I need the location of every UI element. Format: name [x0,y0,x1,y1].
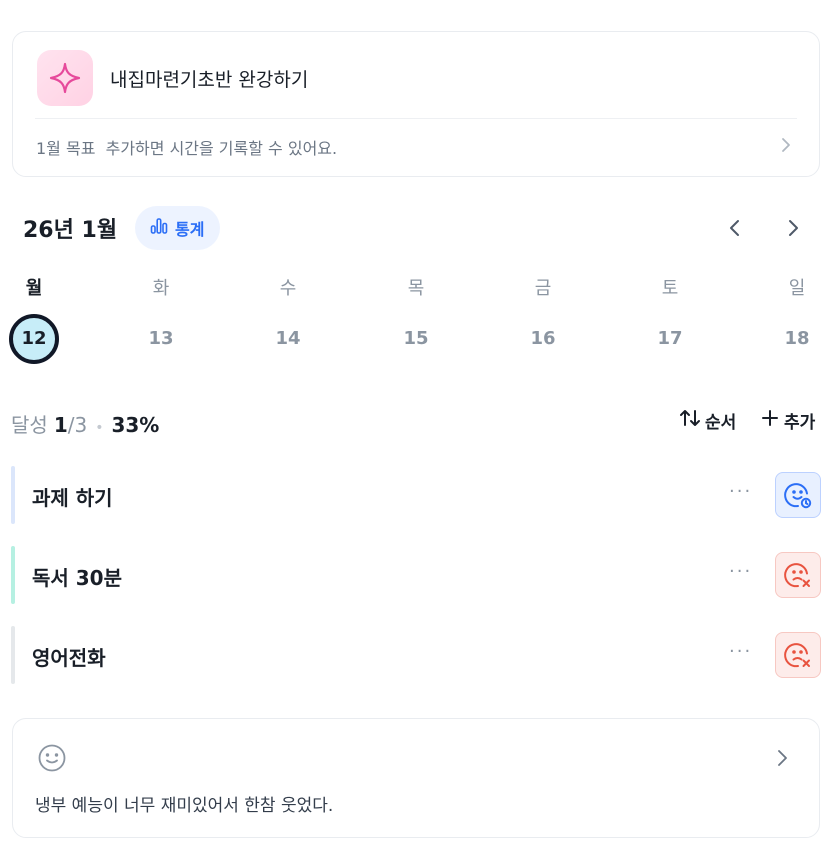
progress-percent: 33% [111,413,160,437]
add-task-label: 추가 [784,413,816,433]
task-label: 과제 하기 [32,486,113,510]
task-row[interactable]: 독서 30분 ··· [11,546,823,604]
sparkle-icon [37,50,93,106]
day-number[interactable]: 14 [263,314,313,364]
goal-title: 내집마련기초반 완강하기 [110,69,309,91]
day-number-selected[interactable]: 12 [9,314,59,364]
goal-hint: 1월 목표 추가하면 시간을 기록할 수 있어요. [36,139,338,158]
more-options-icon[interactable]: ··· [729,641,752,662]
day-name: 금 [534,278,552,299]
smile-face-icon [37,743,67,773]
month-label: 26년 1월 [23,218,118,243]
task-label: 영어전화 [32,646,106,670]
goal-card[interactable]: 내집마련기초반 완강하기 1월 목표 추가하면 시간을 기록할 수 있어요. [12,31,820,177]
progress-total: /3 [67,413,88,437]
task-color-bar [11,546,15,604]
smile-clock-icon[interactable] [775,472,821,518]
day-wed[interactable]: 수 14 [258,270,318,365]
sort-arrows-icon [679,408,701,433]
week-strip: 월 12 화 13 수 14 목 15 금 16 토 17 일 18 [0,270,840,365]
day-number[interactable]: 16 [518,314,568,364]
progress-done: 1 [53,413,68,437]
memo-card[interactable]: 냉부 예능이 너무 재미있어서 한참 웃었다. [12,718,820,838]
task-color-bar [11,466,15,524]
chevron-right-icon[interactable] [777,136,795,154]
progress-summary: 달성 1 /3 • 33% [11,409,159,438]
more-options-icon[interactable]: ··· [729,481,752,502]
next-week-button[interactable] [781,216,805,240]
progress-label: 달성 [11,413,48,437]
chevron-right-icon [789,220,798,236]
reorder-button[interactable]: 순서 [679,408,736,433]
add-task-button[interactable]: 추가 [760,408,815,433]
plus-icon [760,408,780,433]
day-tue[interactable]: 화 13 [131,270,191,365]
day-name: 화 [152,278,170,299]
day-sun[interactable]: 일 18 [767,270,827,365]
task-label: 독서 30분 [32,566,122,590]
task-color-bar [11,626,15,684]
sad-x-icon[interactable] [775,552,821,598]
day-name: 토 [661,278,679,299]
day-thu[interactable]: 목 15 [386,270,446,365]
task-row[interactable]: 영어전화 ··· [11,626,823,684]
sad-x-icon[interactable] [775,632,821,678]
memo-text: 냉부 예능이 너무 재미있어서 한참 웃었다. [35,796,334,816]
stats-button-label: 통계 [175,220,205,239]
prev-week-button[interactable] [723,216,747,240]
day-number[interactable]: 18 [772,314,822,364]
day-mon[interactable]: 월 12 [4,270,64,365]
day-fri[interactable]: 금 16 [513,270,573,365]
goal-divider [35,118,797,119]
day-number[interactable]: 13 [136,314,186,364]
chevron-left-icon [730,220,739,236]
reorder-label: 순서 [705,413,737,433]
day-sat[interactable]: 토 17 [640,270,700,365]
task-row[interactable]: 과제 하기 ··· [11,466,823,524]
chevron-right-icon[interactable] [773,749,791,767]
day-name: 수 [279,278,297,299]
day-number[interactable]: 17 [645,314,695,364]
day-number[interactable]: 15 [391,314,441,364]
separator-dot: • [95,420,104,436]
stats-button[interactable]: 통계 [135,206,221,250]
day-name: 목 [407,278,425,299]
day-name: 일 [788,278,806,299]
day-name: 월 [25,278,43,299]
more-options-icon[interactable]: ··· [729,561,752,582]
bar-chart-icon [149,216,169,240]
